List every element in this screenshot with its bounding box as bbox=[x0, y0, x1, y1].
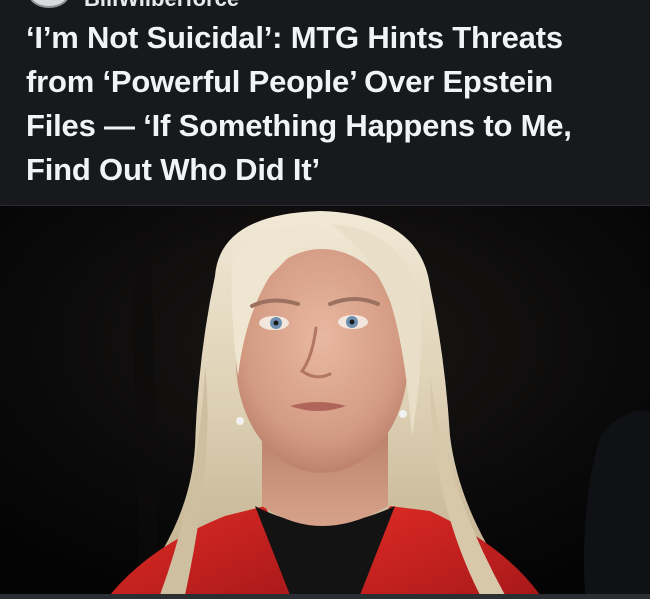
avatar[interactable] bbox=[28, 0, 70, 8]
post-card[interactable]: BillWilberforce ‘I’m Not Suicidal’: MTG … bbox=[0, 0, 650, 599]
source-row[interactable]: BillWilberforce bbox=[0, 0, 650, 12]
article-headline[interactable]: ‘I’m Not Suicidal’: MTG Hints Threats fr… bbox=[26, 16, 626, 192]
card-bottom-divider bbox=[0, 594, 650, 599]
source-name[interactable]: BillWilberforce bbox=[84, 0, 239, 12]
portrait-photo-illustration bbox=[0, 206, 650, 595]
article-photo[interactable] bbox=[0, 205, 650, 595]
left-earring bbox=[236, 417, 244, 425]
right-pupil bbox=[349, 319, 355, 325]
right-earring bbox=[399, 410, 407, 418]
left-pupil bbox=[273, 320, 279, 326]
